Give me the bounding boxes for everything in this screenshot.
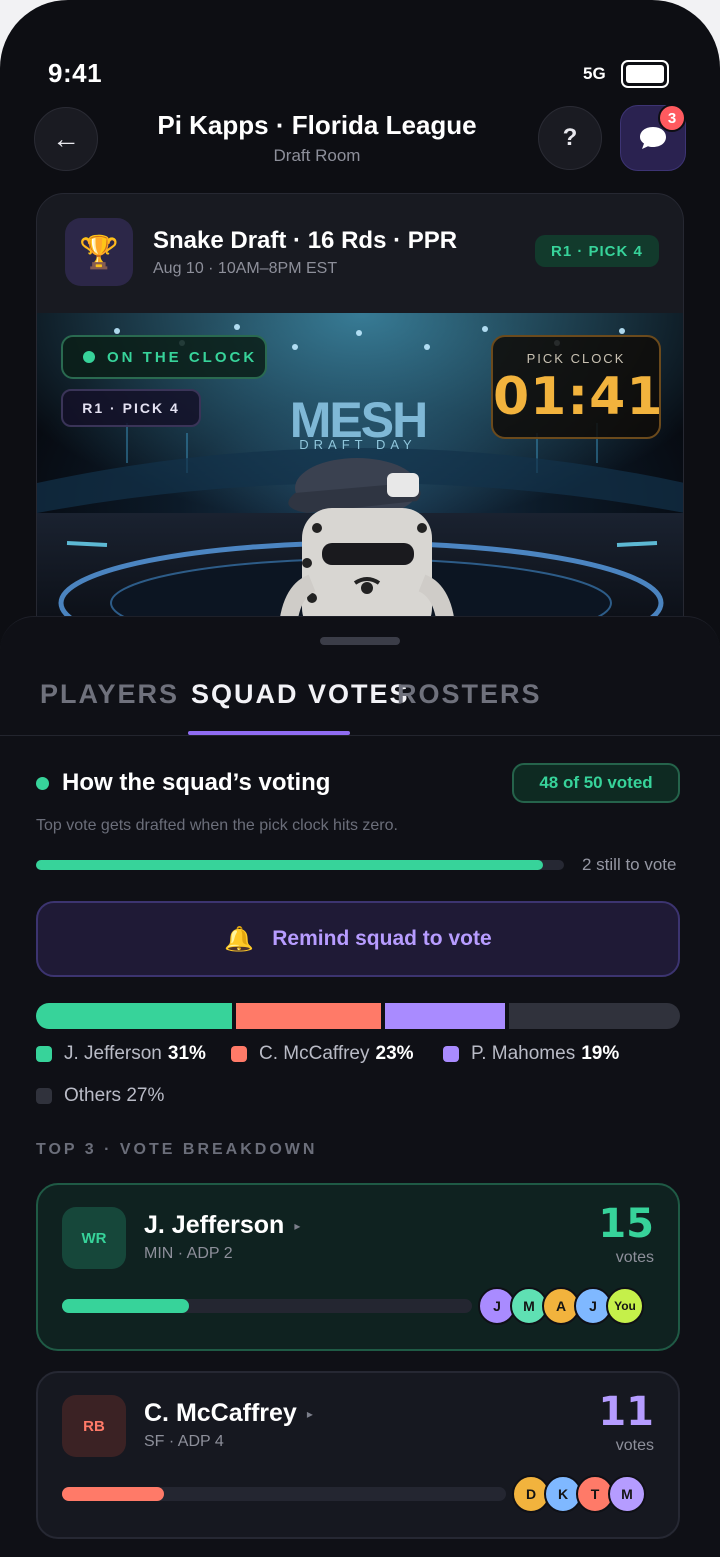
legend-item: J. Jefferson 31%: [36, 1043, 206, 1065]
vote-progress-bar: [36, 860, 564, 870]
player-vote-bar: [62, 1299, 472, 1313]
on-the-clock-badge: ON THE CLOCK: [61, 335, 267, 379]
pick-badge: R1 · PICK 4: [535, 235, 659, 267]
voter-avatar[interactable]: M: [608, 1475, 646, 1513]
legend-name: C. McCaffrey: [259, 1043, 370, 1064]
tab-players[interactable]: PLAYERS: [40, 679, 179, 710]
sheet-drag-handle[interactable]: [320, 637, 400, 645]
votes-description: Top vote gets drafted when the pick cloc…: [36, 817, 398, 834]
legend-swatch: [231, 1046, 247, 1062]
legend-item: P. Mahomes 19%: [443, 1043, 619, 1065]
player-meta: MIN · ADP 2: [144, 1245, 233, 1262]
battery-icon: [621, 60, 669, 88]
caret-right-icon: ▸: [294, 1219, 301, 1234]
vote-count-label: votes: [615, 1437, 654, 1454]
position-badge: WR: [62, 1207, 126, 1269]
legend-swatch: [36, 1088, 52, 1104]
legend-pct: 27%: [126, 1085, 165, 1106]
vote-split-segment: [235, 1003, 382, 1029]
help-button[interactable]: ?: [538, 106, 602, 170]
legend-item: C. McCaffrey 23%: [231, 1043, 414, 1065]
pick-clock: PICK CLOCK 01:41: [491, 335, 664, 439]
tab-divider: [0, 735, 720, 736]
pick-clock-value: 01:41: [493, 367, 664, 427]
remind-label: Remind squad to vote: [272, 927, 492, 950]
bottom-sheet: PLAYERS SQUAD VOTES ROSTERS How the squa…: [0, 616, 720, 1557]
vote-split-segment: [509, 1003, 680, 1029]
network-indicator: 5G: [583, 64, 606, 83]
legend-pct: 23%: [375, 1043, 414, 1064]
section-label: TOP 3 · VOTE BREAKDOWN: [36, 1141, 318, 1158]
legend-pct: 31%: [167, 1043, 206, 1064]
player-vote-bar-fill: [62, 1487, 165, 1501]
phone-screen: 9:41 5G ← Pi Kapps · Florida League Draf…: [0, 0, 720, 1557]
player-vote-bar-fill: [62, 1299, 190, 1313]
player-name[interactable]: C. McCaffrey ▸: [144, 1399, 313, 1428]
on-the-clock-label: ON THE CLOCK: [107, 348, 258, 366]
remaining-voters-text: 2 still to vote: [582, 855, 677, 874]
chat-unread-badge: 3: [658, 104, 686, 132]
vote-count: 11: [598, 1389, 654, 1435]
legend-name: P. Mahomes: [471, 1043, 576, 1064]
page-subtitle: Draft Room: [273, 146, 361, 165]
vote-count: 15: [598, 1201, 654, 1247]
page-title: Pi Kapps · Florida League: [157, 110, 477, 140]
vote-split-segment: [36, 1003, 232, 1029]
legend-name: J. Jefferson: [64, 1043, 162, 1064]
player-vote-bar: [62, 1487, 506, 1501]
player-meta: SF · ADP 4: [144, 1433, 224, 1450]
status-time: 9:41: [48, 58, 103, 88]
draft-card: 🏆 Snake Draft · 16 Rds · PPR Aug 10 · 10…: [36, 193, 684, 663]
round-pick-badge: R1 · PICK 4: [61, 389, 201, 427]
draft-schedule: Aug 10 · 10AM–8PM EST: [153, 260, 338, 277]
trophy-icon: 🏆: [65, 218, 133, 286]
player-name[interactable]: J. Jefferson ▸: [144, 1211, 300, 1240]
draft-title: Snake Draft · 16 Rds · PPR: [153, 227, 458, 254]
pick-clock-label: PICK CLOCK: [526, 351, 626, 366]
vote-split-bar: [36, 1003, 680, 1029]
draft-stage-hero: ON THE CLOCK R1 · PICK 4 MESH DRAFT DAY …: [37, 313, 683, 662]
player-vote-card[interactable]: WR J. Jefferson ▸ MIN · ADP 2 15 votes JM…: [36, 1183, 680, 1351]
legend-item: Others 27%: [36, 1085, 164, 1107]
bell-icon: 🔔: [224, 925, 255, 953]
position-badge: RB: [62, 1395, 126, 1457]
voter-avatars[interactable]: DKTM: [512, 1475, 646, 1513]
mesh-logo-subtitle: DRAFT DAY: [299, 437, 417, 452]
back-button[interactable]: ←: [34, 107, 98, 171]
live-dot-icon: [36, 777, 49, 790]
help-icon: ?: [562, 124, 578, 151]
votes-heading: How the squad’s voting: [62, 769, 331, 796]
vote-count-label: votes: [615, 1249, 654, 1266]
legend-swatch: [36, 1046, 52, 1062]
player-name-text: C. McCaffrey: [144, 1399, 297, 1427]
voter-avatar[interactable]: You: [606, 1287, 644, 1325]
back-arrow-icon: ←: [52, 123, 80, 154]
vote-split-segment: [385, 1003, 506, 1029]
tab-squad-votes[interactable]: SQUAD VOTES: [191, 679, 410, 710]
voted-count-badge: 48 of 50 voted: [512, 763, 680, 803]
tab-rosters[interactable]: ROSTERS: [397, 679, 542, 710]
vote-progress-fill: [36, 860, 543, 870]
legend-pct: 19%: [581, 1043, 620, 1064]
player-vote-card[interactable]: RB C. McCaffrey ▸ SF · ADP 4 11 votes DKT…: [36, 1371, 680, 1539]
legend-swatch: [443, 1046, 459, 1062]
player-name-text: J. Jefferson: [144, 1211, 285, 1239]
live-dot-icon: [83, 351, 95, 363]
remind-squad-button[interactable]: 🔔 Remind squad to vote: [36, 901, 680, 977]
caret-right-icon: ▸: [306, 1407, 313, 1422]
voter-avatars[interactable]: J M A J You: [478, 1287, 644, 1325]
legend-name: Others: [64, 1085, 122, 1106]
